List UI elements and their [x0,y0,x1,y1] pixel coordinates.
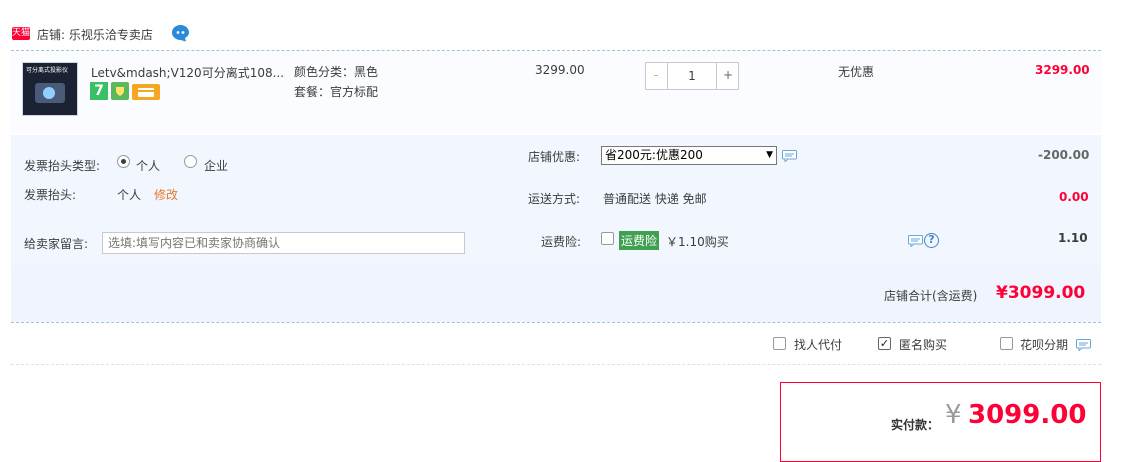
payment-currency: ¥ [945,400,962,430]
seller-message-input[interactable] [102,232,465,254]
product-thumbnail[interactable]: 可分离式投影仪 [22,62,78,116]
divider [11,364,1101,365]
item-subtotal: 3299.00 [1035,63,1090,77]
payment-label: 实付款： [891,418,940,432]
shipping-method: 普通配送 快递 免邮 [603,192,707,206]
credit-card-icon[interactable] [132,84,160,100]
invoice-panel [11,135,479,216]
invoice-title-value: 个人 [117,188,142,202]
help-icon[interactable]: ? [924,233,939,248]
quantity-increase-button[interactable]: + [716,62,739,90]
comment-icon[interactable] [782,150,797,162]
product-title-link[interactable]: Letv&mdash;V120可分离式108... [91,64,284,81]
shop-discount-select[interactable]: 省200元:优惠200 ▼ [601,146,777,165]
shop-discount-selected: 省200元:优惠200 [605,148,703,162]
service-guarantee-icon[interactable] [111,82,129,100]
sku-color: 颜色分类：黑色 [294,65,379,79]
comment-icon[interactable] [1076,339,1091,351]
invoice-edit-link[interactable]: 修改 [154,186,178,203]
dropdown-arrow-icon: ▼ [766,150,773,160]
proxy-pay-label[interactable]: 找人代付 [794,336,842,353]
huabei-installment-label[interactable]: 花呗分期 [1020,336,1068,353]
seven-day-return-icon[interactable]: 7 [90,82,108,100]
sku-package: 套餐：官方标配 [294,85,379,99]
quantity-input[interactable] [669,63,715,89]
invoice-type-label: 发票抬头类型: [24,159,101,173]
invoice-personal-label[interactable]: 个人 [136,157,160,174]
shop-name[interactable]: 店铺: 乐视乐洽专卖店 [37,26,153,43]
thumbnail-caption: 可分离式投影仪 [26,67,69,74]
tmall-logo: 天猫 [12,27,31,40]
insurance-price-text: ￥1.10购买 [666,235,729,249]
divider [11,322,1101,323]
shop-total-label: 店铺合计(含运费) [884,289,978,303]
unit-price: 3299.00 [535,63,585,77]
insurance-tag: 运费险 [619,231,660,250]
shop-discount-label: 店铺优惠: [528,150,581,164]
insurance-amount: 1.10 [1058,231,1088,245]
huabei-installment-checkbox[interactable] [1000,337,1013,350]
shop-total-value: ¥3099.00 [996,283,1086,303]
invoice-title-label: 发票抬头: [24,188,77,202]
invoice-personal-radio[interactable] [117,155,130,168]
shipping-fee: 0.00 [1059,190,1089,204]
message-label: 给卖家留言: [24,237,89,251]
shop-discount-amount: -200.00 [1038,148,1090,162]
quantity-decrease-button[interactable]: - [645,62,668,90]
anonymous-purchase-checkbox[interactable] [878,337,891,350]
proxy-pay-checkbox[interactable] [773,337,786,350]
comment-icon[interactable] [908,235,923,247]
insurance-checkbox[interactable] [601,232,614,245]
wangwang-chat-icon[interactable] [171,24,190,42]
item-discount: 无优惠 [838,65,875,79]
anonymous-purchase-label[interactable]: 匿名购买 [899,336,947,353]
shipping-label: 运送方式: [528,192,581,206]
invoice-company-label[interactable]: 企业 [204,157,228,174]
invoice-company-radio[interactable] [184,155,197,168]
payment-amount: 3099.00 [968,400,1087,430]
insurance-label: 运费险: [541,235,582,249]
